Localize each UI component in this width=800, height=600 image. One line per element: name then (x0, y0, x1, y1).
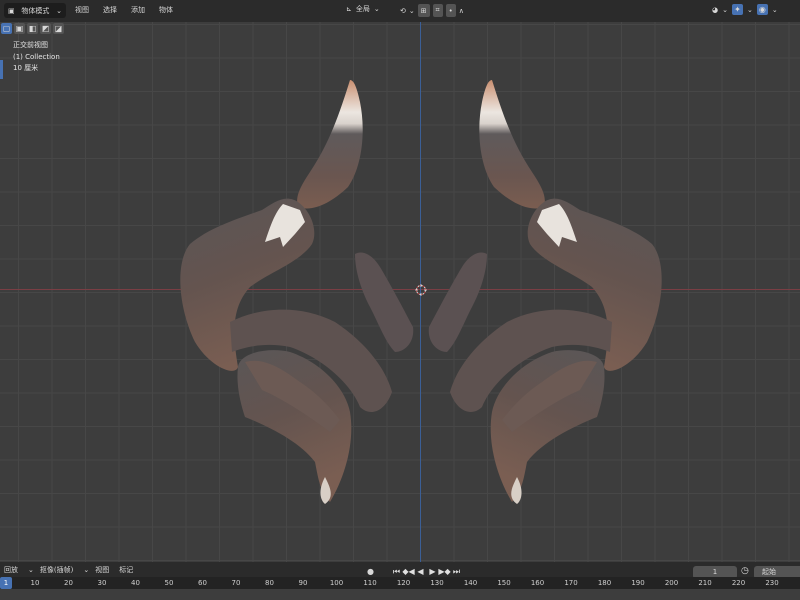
proportional-edit-icon[interactable]: • (445, 4, 456, 17)
chevron-down-icon: ⌄ (56, 6, 62, 15)
chevron-down-icon: ⌄ (408, 6, 415, 15)
orientation-axes-icon: ⊾ (346, 5, 352, 13)
ruler-tick: 200 (664, 579, 679, 587)
menu-view[interactable]: 视图 (95, 565, 109, 575)
menu-select[interactable]: 选择 (103, 5, 117, 15)
timeline-track-area[interactable] (0, 589, 800, 600)
menu-keying[interactable]: 抠像(插帧) (40, 565, 73, 575)
ruler-tick: 70 (231, 579, 241, 587)
play-reverse-icon[interactable]: ◀ (416, 566, 425, 577)
jump-end-icon[interactable]: ⏭ (452, 566, 461, 577)
snap-target-icon[interactable]: ⌗ (432, 4, 443, 17)
snap-toggle-icon[interactable]: ⊞ (417, 4, 430, 17)
ruler-tick: 100 (329, 579, 344, 587)
ruler-tick: 80 (265, 579, 274, 587)
menu-view[interactable]: 视图 (75, 5, 89, 15)
horn-meshes[interactable] (0, 22, 800, 562)
ruler-tick: 180 (597, 579, 612, 587)
ruler-tick: 30 (97, 579, 107, 587)
ruler-tick: 130 (430, 579, 444, 587)
viewport-header: ▣ 物体模式 ⌄ 视图 选择 添加 物体 ⊾ 全局 ⌄ ⟲ ⌄ ⊞ ⌗ • ∧ … (0, 0, 800, 22)
object-mode-icon: ▣ (8, 6, 15, 15)
prev-keyframe-icon[interactable]: ◆◀ (402, 566, 414, 577)
ruler-tick: 170 (564, 579, 578, 587)
playhead-frame[interactable]: 1 (0, 577, 12, 589)
header-menu: 视图 选择 添加 物体 (75, 5, 187, 15)
ruler-tick: 20 (64, 579, 73, 587)
menu-playback[interactable]: 回放 (4, 565, 18, 575)
stopwatch-icon[interactable]: ◷ (741, 566, 749, 576)
chevron-down-icon: ⌄ (722, 5, 728, 14)
ruler-tick: 50 (164, 579, 174, 587)
start-label: 起始 (762, 568, 776, 576)
gizmo-toggle-icon[interactable]: ✦ (731, 4, 743, 15)
chevron-down-icon: ⌄ (746, 5, 753, 14)
playback-controls: ⏮ ◆◀ ◀ ▶ ▶◆ ⏭ (392, 566, 461, 577)
menu-add[interactable]: 添加 (131, 5, 145, 15)
frame-ruler[interactable]: 10 20 30 40 50 60 70 80 90 100 110 120 1… (0, 577, 800, 589)
visibility-icon[interactable]: ◕ (712, 6, 718, 14)
falloff-icon[interactable]: ∧ (459, 7, 464, 15)
ruler-tick: 210 (698, 579, 712, 587)
transform-orientation[interactable]: ⊾ 全局 ⌄ (346, 4, 380, 14)
mode-label: 物体模式 (21, 6, 50, 15)
left-horn-mesh[interactable] (180, 80, 414, 504)
overlays-toggle-icon[interactable]: ◉ (756, 4, 768, 15)
orientation-label: 全局 (355, 5, 370, 13)
ruler-tick: 220 (731, 579, 746, 587)
header-right-tools: ◕ ⌄ ✦ ⌄ ◉ ⌄ (712, 4, 778, 15)
3d-cursor-icon[interactable] (415, 284, 427, 296)
ruler-tick: 150 (497, 579, 511, 587)
ruler-tick: 110 (363, 579, 377, 587)
next-keyframe-icon[interactable]: ▶◆ (438, 566, 450, 577)
play-icon[interactable]: ▶ (428, 566, 437, 577)
chevron-down-icon: ⌄ (373, 5, 380, 13)
ruler-tick: 40 (131, 579, 140, 587)
ruler-tick: 90 (298, 579, 308, 587)
ruler-tick: 60 (198, 579, 207, 587)
record-icon[interactable]: ● (367, 567, 374, 576)
snap-controls: ⟲ ⌄ ⊞ ⌗ • ∧ (400, 4, 464, 17)
menu-object[interactable]: 物体 (159, 5, 173, 15)
jump-start-icon[interactable]: ⏮ (392, 566, 401, 577)
menu-marker[interactable]: 标记 (119, 565, 133, 575)
ruler-tick: 10 (30, 579, 40, 587)
pivot-icon[interactable]: ⟲ (400, 7, 406, 15)
chevron-down-icon: ⌄ (83, 566, 90, 574)
ruler-tick: 120 (396, 579, 411, 587)
ruler-tick: 140 (463, 579, 478, 587)
right-horn-mesh[interactable] (428, 80, 662, 504)
timeline-menu: 回放 ⌄ 抠像(插帧) ⌄ 视图 标记 (4, 565, 143, 575)
ruler-tick: 190 (631, 579, 645, 587)
chevron-down-icon: ⌄ (28, 566, 34, 574)
3d-viewport[interactable]: ▢ ▣ ◧ ◩ ◪ 正交前视图 (1) Collection 10 厘米 (0, 22, 800, 562)
interaction-mode-dropdown[interactable]: ▣ 物体模式 ⌄ (4, 3, 66, 18)
ruler-tick: 230 (765, 579, 779, 587)
chevron-down-icon: ⌄ (771, 5, 778, 14)
ruler-tick: 160 (530, 579, 545, 587)
